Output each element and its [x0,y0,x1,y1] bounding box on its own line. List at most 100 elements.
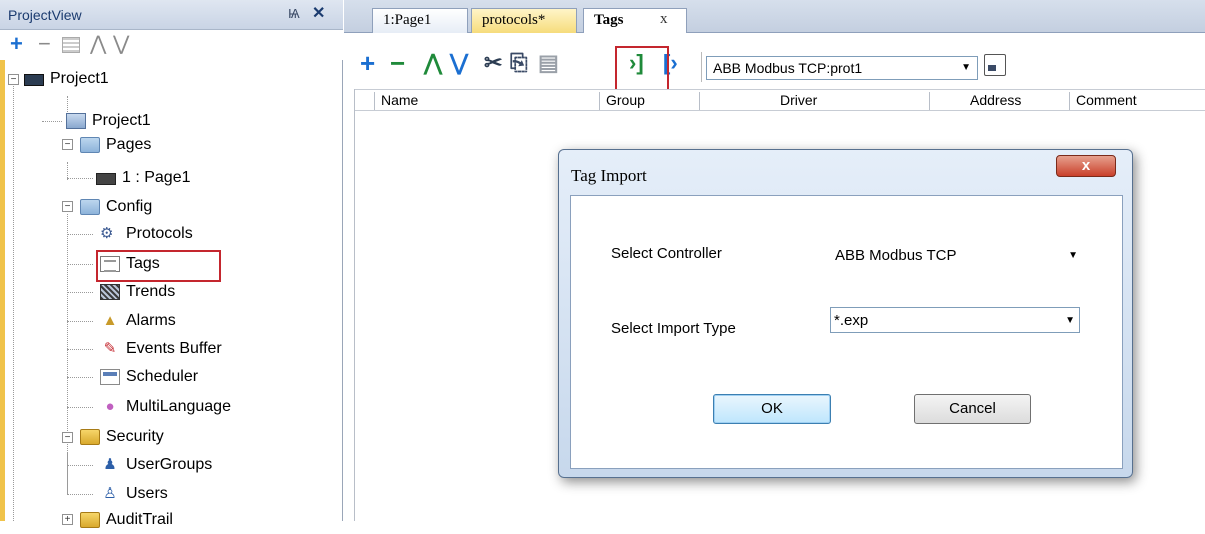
move-up-icon[interactable]: ⋀ [90,32,106,56]
pin-icon[interactable]: Ѩ [288,6,300,21]
chevron-down-icon: ▼ [961,62,971,73]
folder-icon [80,199,100,215]
controller-select[interactable]: ABB Modbus TCP ▼ [832,243,1082,269]
tree-item-pages[interactable]: Pages [80,131,151,159]
trends-icon [100,284,120,300]
tree-line [13,78,14,521]
properties-icon[interactable] [62,37,80,53]
tree-line [67,321,93,322]
audittrail-folder-icon [80,512,100,528]
move-down-icon[interactable]: ⋁ [113,32,129,56]
cut-icon[interactable]: ✂ [484,50,502,76]
tree-item-security[interactable]: Security [80,423,164,451]
usergroups-icon: ♟ [103,456,117,473]
tree-label: 1 : Page1 [122,169,191,186]
column-header-group[interactable]: Group [599,92,699,110]
tree-item-alarms[interactable]: ▲ Alarms [100,307,176,335]
import-type-select[interactable]: *.exp ▼ [830,307,1080,333]
tab-page1[interactable]: 1:Page1 [372,8,468,33]
dialog-body: Select Controller ABB Modbus TCP ▼ Selec… [570,195,1123,469]
tree-label: Trends [126,283,176,300]
tree-item-trends[interactable]: Trends [100,278,175,306]
project-view-toolbar: + − ⋀ ⋁ [0,30,343,60]
paste-icon[interactable]: ▤ [538,50,559,76]
tree-line [67,234,93,235]
tree-item-project-root[interactable]: Project1 [24,65,109,93]
copy-icon[interactable]: ⎘ [510,50,528,76]
tree-line [67,178,93,179]
tree-label: UserGroups [126,456,213,473]
project-view-panel: ProjectView Ѩ ✕ + − ⋀ ⋁ − Project1 Proje… [0,0,343,528]
dialog-title: Tag Import [571,166,647,185]
alarm-bell-icon: ▲ [102,312,118,329]
tree-line [67,349,93,350]
tag-import-dialog: Tag Import x Select Controller ABB Modbu… [558,149,1133,478]
tree-label: Events Buffer [126,340,222,357]
close-panel-icon[interactable]: ✕ [312,3,325,23]
tab-label: protocols* [482,12,546,28]
close-dialog-button[interactable]: x [1056,155,1116,177]
tree-item-config[interactable]: Config [80,193,152,221]
tree-label: Project1 [50,70,109,87]
remove-tag-icon[interactable]: − [390,50,405,76]
tree-item-events-buffer[interactable]: ✎ Events Buffer [100,335,222,363]
tree-item-multilanguage[interactable]: ● MultiLanguage [100,393,231,421]
collapse-security-toggle[interactable]: − [62,432,73,443]
tree-label: Security [106,428,164,445]
tab-tags[interactable]: Tags x [583,8,687,33]
tree-label: Config [106,198,153,215]
tree-line [67,377,93,378]
column-header-address[interactable]: Address [929,92,1069,110]
tree-label: Project1 [92,112,151,129]
expand-audittrail-toggle[interactable]: + [62,514,73,525]
folder-icon [80,137,100,153]
tree-item-audittrail[interactable]: AuditTrail [80,506,173,534]
pushpin-icon: ✎ [103,340,117,357]
speech-bubble-icon: ● [105,398,115,415]
tree-label: Protocols [126,225,193,242]
collapse-project1-toggle[interactable]: − [8,74,19,85]
controller-select-value: ABB Modbus TCP [835,247,957,264]
column-header-name[interactable]: Name [374,92,584,110]
security-folder-icon [80,429,100,445]
tags-grid-header: Name Group Driver Address Comment [354,89,1205,111]
column-header-comment[interactable]: Comment [1069,92,1205,110]
tree-line [67,292,93,293]
ok-button[interactable]: OK [713,394,831,424]
tree-item-page1[interactable]: 1 : Page1 [96,164,191,192]
collapse-pages-toggle[interactable]: − [62,139,73,150]
tree-label: Alarms [126,312,176,329]
calendar-icon [100,369,120,385]
protocol-select-value: ABB Modbus TCP:prot1 [713,60,863,76]
add-icon[interactable]: + [10,32,23,56]
project-view-header: ProjectView Ѩ ✕ [0,0,343,30]
select-import-type-label: Select Import Type [611,320,736,337]
tree-line [67,452,68,494]
chevron-down-icon: ▼ [1065,315,1075,326]
project-view-title: ProjectView [8,7,82,23]
tree-item-usergroups[interactable]: ♟ UserGroups [100,451,212,479]
page-icon [96,173,116,185]
tree-line [67,465,93,466]
remove-icon[interactable]: − [38,32,51,56]
add-tag-icon[interactable]: + [360,50,375,76]
tab-protocols[interactable]: protocols* [471,8,577,33]
collapse-config-toggle[interactable]: − [62,201,73,212]
monitor-icon [24,74,44,86]
select-controller-label: Select Controller [611,245,722,262]
move-up-icon[interactable]: ⋀ [424,50,442,76]
close-tab-icon[interactable]: x [660,11,668,28]
protocol-settings-icon[interactable] [984,54,1006,76]
tree-item-protocols[interactable]: ⚙ Protocols [100,220,193,248]
tree-item-scheduler[interactable]: Scheduler [100,363,198,391]
cancel-button[interactable]: Cancel [914,394,1031,424]
tree-label: Pages [106,136,152,153]
tree-label: Scheduler [126,368,199,385]
move-down-icon[interactable]: ⋁ [450,50,468,76]
protocol-select[interactable]: ABB Modbus TCP:prot1 ▼ [706,56,978,80]
tree-line [67,264,93,265]
user-icon: ♙ [103,485,117,502]
tree-item-users[interactable]: ♙ Users [100,480,168,508]
column-header-driver[interactable]: Driver [699,92,929,110]
tree-line [67,494,93,495]
